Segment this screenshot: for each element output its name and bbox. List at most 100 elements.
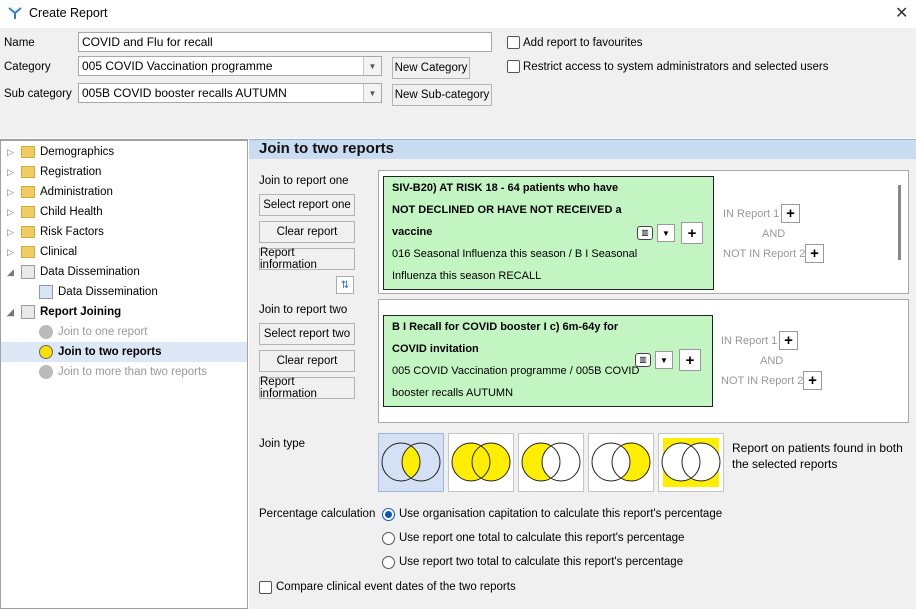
join-type-intersection[interactable]	[378, 433, 444, 492]
tree-item-report-joining[interactable]: ◢ Report Joining	[7, 302, 121, 322]
pct-report-two-label: Use report two total to calculate this r…	[399, 556, 684, 568]
tree-item-label: Registration	[40, 166, 102, 178]
pct-report-one-label: Use report one total to calculate this r…	[399, 532, 685, 544]
tree-item-administration[interactable]: ▷ Administration	[7, 182, 113, 202]
tree-item-label: Administration	[40, 186, 113, 198]
report-two-info-icon[interactable]: ▥	[635, 353, 651, 367]
title-bar	[0, 0, 916, 28]
tree-item-join-more[interactable]: Join to more than two reports	[39, 362, 207, 382]
in-report1-add-icon[interactable]: +	[781, 204, 800, 223]
in-report1-add-icon-2[interactable]: +	[779, 331, 798, 350]
pct-report-one-radio[interactable]	[382, 532, 395, 545]
new-category-button[interactable]: New Category	[392, 57, 470, 79]
tree-item-demographics[interactable]: ▷ Demographics	[7, 142, 114, 162]
folder-icon	[21, 246, 35, 258]
favourites-label: Add report to favourites	[523, 37, 643, 49]
tree-item-label: Join to more than two reports	[58, 366, 207, 378]
not-in-report2-label: NOT IN Report 2	[723, 248, 806, 260]
pct-capitation-radio[interactable]	[382, 508, 395, 521]
report-one-title-line2: NOT DECLINED OR HAVE NOT RECEIVED a	[392, 204, 622, 216]
pct-report-two-radio[interactable]	[382, 556, 395, 569]
join-type-label: Join type	[259, 438, 306, 450]
tree-item-label: Data Dissemination	[40, 266, 140, 278]
data-dissemination-icon	[39, 285, 53, 299]
expand-icon[interactable]: ▷	[7, 207, 17, 218]
report-two-path-line1: 005 COVID Vaccination programme / 005B C…	[392, 365, 640, 377]
join-type-left-only[interactable]	[518, 433, 584, 492]
report-one-title-line3: vaccine	[392, 226, 433, 238]
tree-item-join-two[interactable]: Join to two reports	[1, 342, 247, 362]
report-one-add-icon[interactable]: +	[681, 222, 703, 244]
restrict-access-checkbox[interactable]	[507, 60, 520, 73]
category-label: Category	[4, 61, 51, 73]
report-one-path-line1: 016 Seasonal Influenza this season / B I…	[392, 248, 638, 260]
percentage-label: Percentage calculation	[259, 508, 376, 520]
folder-icon	[21, 166, 35, 178]
tree-item-child-health[interactable]: ▷ Child Health	[7, 202, 103, 222]
report-one-path-line2: Influenza this season RECALL	[392, 270, 542, 282]
window-title: Create Report	[29, 6, 108, 20]
folder-icon	[21, 206, 35, 218]
not-in-report2-add-icon[interactable]: +	[805, 244, 824, 263]
expand-icon[interactable]: ▷	[7, 187, 17, 198]
tree-item-registration[interactable]: ▷ Registration	[7, 162, 101, 182]
swap-reports-icon[interactable]: ⇅	[336, 276, 354, 294]
clear-report-one-button[interactable]: Clear report	[259, 221, 355, 243]
not-in-report2-add-icon-2[interactable]: +	[803, 371, 822, 390]
close-icon[interactable]: ✕	[895, 3, 908, 23]
report-two-info-button[interactable]: Report information	[259, 376, 355, 400]
in-report1-label-2: IN Report 1	[721, 335, 778, 347]
favourites-checkbox[interactable]	[507, 36, 520, 49]
book-icon	[21, 305, 35, 319]
book-icon	[21, 265, 35, 279]
collapse-icon[interactable]: ◢	[7, 267, 17, 278]
new-subcategory-button[interactable]: New Sub-category	[392, 84, 492, 106]
join-type-union[interactable]	[448, 433, 514, 492]
clear-report-two-button[interactable]: Clear report	[259, 350, 355, 372]
report-one-info-button[interactable]: Report information	[259, 247, 355, 271]
category-value: 005 COVID Vaccination programme	[82, 59, 273, 73]
app-icon	[8, 6, 22, 20]
tree-item-risk-factors[interactable]: ▷ Risk Factors	[7, 222, 104, 242]
chevron-down-icon[interactable]: ▼	[363, 84, 381, 102]
report-two-dropdown-icon[interactable]: ▼	[655, 351, 673, 369]
and-label: AND	[762, 228, 786, 240]
folder-icon	[21, 186, 35, 198]
join-type-right-only[interactable]	[588, 433, 654, 492]
category-select[interactable]: 005 COVID Vaccination programme ▼	[78, 56, 382, 76]
tree-item-clinical[interactable]: ▷ Clinical	[7, 242, 77, 262]
compare-dates-checkbox[interactable]	[259, 581, 272, 594]
join-report-two-label: Join to report two	[259, 304, 348, 316]
tree-item-label: Child Health	[40, 206, 103, 218]
tree-item-join-one[interactable]: Join to one report	[39, 322, 148, 342]
select-report-one-button[interactable]: Select report one	[259, 194, 355, 216]
not-in-report2-label-2: NOT IN Report 2	[721, 375, 804, 387]
subcategory-select[interactable]: 005B COVID booster recalls AUTUMN ▼	[78, 83, 382, 103]
tree-item-label: Report Joining	[40, 306, 122, 318]
chevron-down-icon[interactable]: ▼	[363, 57, 381, 75]
report-two-title-line1: B I Recall for COVID booster I c) 6m-64y…	[392, 321, 619, 333]
name-input[interactable]: COVID and Flu for recall	[78, 32, 492, 52]
report-one-dropdown-icon[interactable]: ▼	[657, 224, 675, 242]
expand-icon[interactable]: ▷	[7, 227, 17, 238]
collapse-icon[interactable]: ◢	[7, 307, 17, 318]
in-report1-label: IN Report 1	[723, 208, 780, 220]
report-two-add-icon[interactable]: +	[679, 349, 701, 371]
subcategory-label: Sub category	[4, 88, 72, 100]
expand-icon[interactable]: ▷	[7, 167, 17, 178]
scrollbar[interactable]	[898, 185, 901, 260]
tree-item-label: Join to two reports	[58, 346, 162, 358]
join-one-icon	[39, 325, 53, 339]
join-two-icon	[39, 345, 53, 359]
select-report-two-button[interactable]: Select report two	[259, 323, 355, 345]
join-type-neither[interactable]	[658, 433, 724, 492]
panel-title: Join to two reports	[259, 140, 394, 157]
compare-dates-label: Compare clinical event dates of the two …	[276, 581, 516, 593]
tree-item-label: Clinical	[40, 246, 78, 258]
tree-item-data-dissemination-child[interactable]: Data Dissemination	[39, 282, 158, 302]
report-one-info-icon[interactable]: ▥	[637, 226, 653, 240]
join-report-one-label: Join to report one	[259, 175, 349, 187]
expand-icon[interactable]: ▷	[7, 147, 17, 158]
expand-icon[interactable]: ▷	[7, 247, 17, 258]
tree-item-data-dissemination[interactable]: ◢ Data Dissemination	[7, 262, 140, 282]
